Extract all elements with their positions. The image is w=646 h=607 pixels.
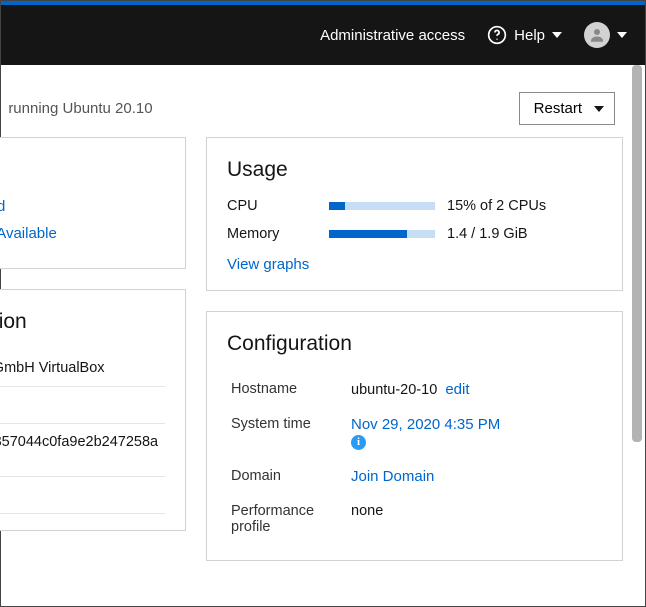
help-label: Help	[514, 27, 545, 44]
help-icon	[487, 25, 507, 45]
admin-access-link[interactable]: Administrative access	[320, 27, 465, 44]
top-nav: Administrative access Help	[1, 5, 645, 65]
table-row: me 4 hours	[0, 477, 165, 514]
configuration-title: Configuration	[227, 332, 602, 356]
health-card: alth l service has failed Bug Fix Update…	[0, 137, 186, 269]
cpu-bar	[329, 202, 435, 210]
chevron-down-icon	[617, 32, 627, 38]
config-value: Nov 29, 2020 4:35 PM i	[347, 407, 602, 459]
system-info-card: tem information el innotek GmbH VirtualB…	[0, 289, 186, 531]
chevron-down-icon	[552, 32, 562, 38]
health-alert-updates[interactable]: Bug Fix Updates Available	[0, 225, 165, 242]
config-row-perf: Performance profile none	[227, 494, 602, 544]
avatar	[584, 22, 610, 48]
chevron-down-icon	[594, 106, 604, 112]
sysinfo-value: fc1d0aa357044c0fa9e2b247258a18a1	[0, 424, 165, 477]
memory-value: 1.4 / 1.9 GiB	[447, 226, 602, 242]
cpu-usage-row: CPU 15% of 2 CPUs	[227, 198, 602, 214]
configuration-card: Configuration Hostname ubuntu-20-10 edit…	[206, 311, 623, 561]
restart-label: Restart	[534, 100, 582, 117]
memory-usage-row: Memory 1.4 / 1.9 GiB	[227, 226, 602, 242]
system-info-title: tem information	[0, 310, 165, 334]
table-row: hine fc1d0aa357044c0fa9e2b247258a18a1	[0, 424, 165, 477]
config-row-domain: Domain Join Domain	[227, 459, 602, 494]
table-row: el innotek GmbH VirtualBox	[0, 350, 165, 387]
info-icon[interactable]: i	[351, 435, 366, 450]
scrollbar[interactable]	[632, 65, 642, 603]
usage-title: Usage	[227, 158, 602, 182]
cpu-label: CPU	[227, 198, 317, 214]
config-row-systime: System time Nov 29, 2020 4:35 PM i	[227, 407, 602, 459]
memory-bar	[329, 230, 435, 238]
cpu-value: 15% of 2 CPUs	[447, 198, 602, 214]
scrollbar-thumb[interactable]	[632, 65, 642, 442]
config-value: Join Domain	[347, 459, 602, 494]
os-subheading: running Ubuntu 20.10	[8, 100, 152, 117]
memory-label: Memory	[227, 226, 317, 242]
admin-access-label: Administrative access	[320, 27, 465, 44]
join-domain-link[interactable]: Join Domain	[351, 468, 434, 485]
hostname-value: ubuntu-20-10	[351, 382, 437, 398]
config-key: Performance profile	[227, 494, 347, 544]
sysinfo-value: innotek GmbH VirtualBox	[0, 350, 165, 387]
table-row: t tag 0	[0, 387, 165, 424]
config-key: System time	[227, 407, 347, 459]
config-key: Domain	[227, 459, 347, 494]
config-value: ubuntu-20-10 edit	[347, 372, 602, 407]
restart-button[interactable]: Restart	[519, 92, 615, 125]
page-title-row: ntu-20-10 running Ubuntu 20.10	[0, 89, 153, 120]
edit-hostname-link[interactable]: edit	[445, 381, 469, 398]
view-graphs-link[interactable]: View graphs	[227, 256, 309, 273]
health-alert-service-failed[interactable]: l service has failed	[0, 198, 165, 215]
sysinfo-value: 0	[0, 387, 165, 424]
health-title: alth	[0, 158, 165, 182]
sysinfo-value: 4 hours	[0, 477, 165, 514]
user-menu[interactable]	[584, 22, 627, 48]
system-time-link[interactable]: Nov 29, 2020 4:35 PM	[351, 416, 500, 433]
usage-card: Usage CPU 15% of 2 CPUs Memory 1.4 / 1.9…	[206, 137, 623, 291]
config-row-hostname: Hostname ubuntu-20-10 edit	[227, 372, 602, 407]
config-key: Hostname	[227, 372, 347, 407]
help-menu[interactable]: Help	[487, 25, 562, 45]
config-value: none	[347, 494, 602, 544]
